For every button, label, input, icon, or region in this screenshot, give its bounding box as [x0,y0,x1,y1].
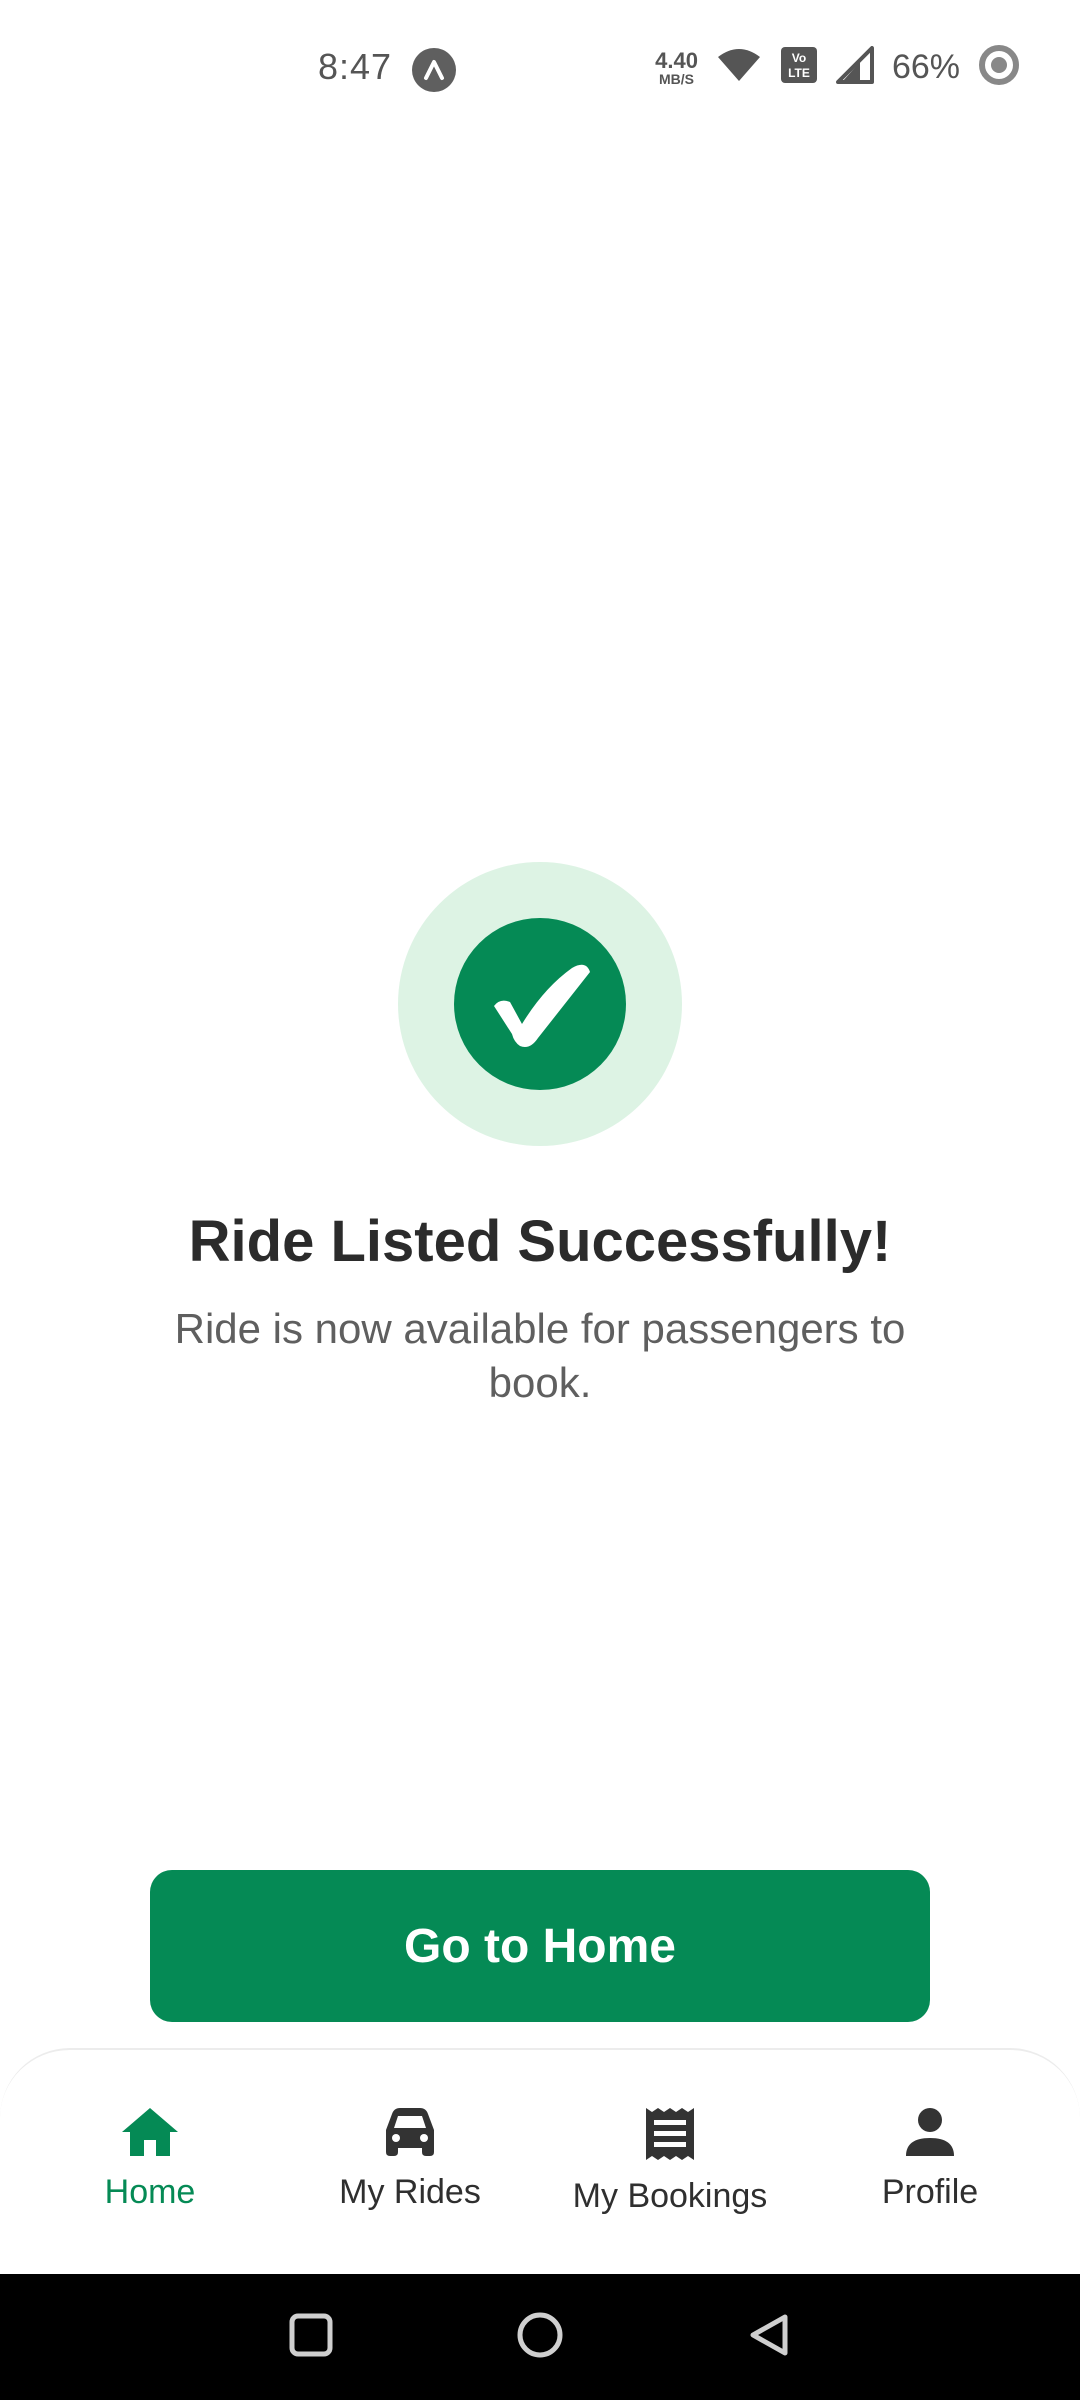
svg-text:Vo: Vo [792,51,806,65]
person-icon [904,2106,956,2163]
wifi-icon [716,47,762,88]
home-icon [120,2106,180,2163]
home-circle-icon[interactable] [515,2310,565,2365]
success-subtitle: Ride is now available for passengers to … [174,1305,906,1406]
receipt-icon [644,2106,696,2167]
check-circle-icon [454,918,626,1090]
success-title: Ride Listed Successfully! [188,1209,892,1274]
go-to-home-button[interactable]: Go to Home [150,1870,930,2022]
volte-icon: Vo LTE [780,46,818,89]
nav-item-my-rides[interactable]: My Rides [285,2106,535,2212]
ride-listed-success-screen: 8:47 4.40 MB/S Vo LTE 66% Ride Listed Su… [0,0,1080,2400]
nav-item-home[interactable]: Home [25,2106,275,2212]
status-bar: 8:47 4.40 MB/S Vo LTE 66% [0,0,1080,140]
recents-icon[interactable] [287,2311,335,2364]
back-icon[interactable] [745,2311,793,2364]
nav-label-profile: Profile [881,2173,979,2211]
status-time: 8:47 [318,46,393,87]
signal-icon [835,46,874,89]
bottom-nav: Home My Rides My Bookings Profile [0,2048,1080,2274]
nav-label-my-bookings: My Bookings [572,2177,768,2215]
svg-text:LTE: LTE [788,66,810,80]
nav-item-profile[interactable]: Profile [805,2106,1055,2212]
battery-ring-icon [978,44,1020,91]
network-speed: 4.40 MB/S [655,47,698,87]
nav-item-my-bookings[interactable]: My Bookings [545,2106,795,2216]
nav-label-my-rides: My Rides [339,2173,481,2211]
system-nav-bar [0,2274,1080,2400]
notification-app-icon [412,48,456,92]
car-icon [382,2106,438,2163]
battery-percent: 66% [891,48,960,86]
status-icons: 4.40 MB/S Vo LTE 66% [655,44,1020,91]
nav-label-home: Home [104,2173,196,2211]
success-icon-halo [398,862,682,1146]
